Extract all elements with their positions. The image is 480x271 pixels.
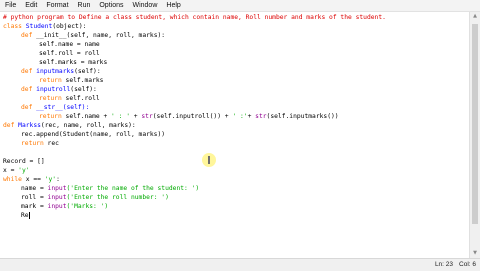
code-line-10: return self.roll: [39, 94, 100, 103]
code-line-19: while x == 'y':: [3, 175, 60, 184]
code-text: (self):: [74, 68, 101, 75]
function-name: Markss: [14, 122, 41, 129]
menu-run[interactable]: Run: [73, 0, 91, 11]
code-editor[interactable]: # python program to Define a class stude…: [0, 12, 470, 258]
menu-bar: File Edit Format Run Options Window Help: [0, 0, 480, 12]
code-line-8: return self.marks: [39, 76, 103, 85]
code-text: x ==: [21, 176, 45, 183]
code-text: self.name = name: [39, 41, 100, 48]
scrollbar-thumb[interactable]: [472, 24, 478, 224]
scroll-up-arrow-icon[interactable]: ▲: [470, 12, 480, 21]
class-name: Student: [25, 23, 53, 30]
string-literal: 'y': [18, 167, 30, 174]
string-literal: ('Enter the name of the student: '): [66, 185, 200, 192]
builtin-name: input: [47, 194, 67, 201]
keyword: def: [3, 122, 15, 129]
vertical-scrollbar[interactable]: ▲ ▼: [469, 12, 480, 258]
menu-help[interactable]: Help: [161, 0, 180, 11]
code-line-17: Record = []: [3, 157, 45, 166]
keyword: class: [3, 23, 22, 30]
keyword: def: [21, 104, 33, 111]
keyword: while: [3, 176, 22, 183]
string-literal: ' : ': [111, 113, 131, 120]
code-line-21: roll = input('Enter the roll number: '): [21, 193, 169, 202]
code-text: (self.inputmarks()): [266, 113, 339, 120]
code-text: (object):: [52, 23, 87, 30]
code-line-11: def __str__(self):: [21, 103, 89, 112]
code-text: self.roll: [61, 95, 100, 102]
code-text: name =: [21, 185, 48, 192]
comment-text: # python program to Define a class stude…: [3, 14, 386, 21]
text-cursor: [28, 211, 30, 219]
builtin-name: input: [47, 185, 67, 192]
keyword: return: [39, 113, 62, 120]
function-name: inputmarks: [32, 68, 75, 75]
status-bar: Ln: 23 Col: 6: [0, 258, 480, 271]
builtin-name: str: [141, 113, 153, 120]
code-text: rec.append(Student(name, roll, marks)): [21, 131, 166, 138]
code-text: roll =: [21, 194, 48, 201]
code-line-12: return self.name + ' : ' + str(self.inpu…: [39, 112, 339, 121]
code-line-13: def Markss(rec, name, roll, marks):: [3, 121, 136, 130]
code-text: Record = []: [3, 158, 45, 165]
string-literal: ('Marks: '): [66, 203, 109, 210]
menu-window[interactable]: Window: [127, 0, 157, 11]
code-line-15: return rec: [21, 139, 59, 148]
function-name: __str__(self):: [32, 104, 90, 111]
code-line-1: # python program to Define a class stude…: [3, 13, 386, 22]
keyword: def: [21, 68, 33, 75]
menu-format[interactable]: Format: [41, 0, 68, 11]
code-line-3: def __init__(self, name, roll, marks):: [21, 31, 165, 40]
function-name: inputroll: [32, 86, 71, 93]
code-text: rec: [43, 140, 59, 147]
code-line-6: self.marks = marks: [39, 58, 107, 67]
column-number: Col: 6: [459, 261, 476, 268]
code-text: self.marks = marks: [39, 59, 108, 66]
mouse-cursor-icon: [202, 153, 216, 167]
line-number: Ln: 23: [434, 261, 454, 268]
code-line-4: self.name = name: [39, 40, 100, 49]
code-line-23: Re: [21, 211, 30, 220]
scroll-down-arrow-icon[interactable]: ▼: [470, 249, 480, 258]
menu-file[interactable]: File: [0, 0, 16, 11]
code-text: (rec, name, roll, marks):: [40, 122, 136, 129]
code-text: self.name +: [61, 113, 112, 120]
code-line-18: x = 'y': [3, 166, 30, 175]
code-text: self.marks: [61, 77, 104, 84]
string-literal: ('Enter the roll number: '): [66, 194, 169, 201]
code-text: +: [130, 113, 142, 120]
menu-options[interactable]: Options: [94, 0, 123, 11]
code-text: (self.inputroll()) +: [152, 113, 229, 120]
code-line-20: name = input('Enter the name of the stud…: [21, 184, 199, 193]
menu-edit[interactable]: Edit: [20, 0, 37, 11]
code-line-22: mark = input('Marks: '): [21, 202, 108, 211]
code-line-5: self.roll = roll: [39, 49, 100, 58]
code-line-7: def inputmarks(self):: [21, 67, 101, 76]
keyword: def: [21, 32, 33, 39]
code-line-2: class Student(object):: [3, 22, 86, 31]
cursor-position: Ln: 23 Col: 6: [435, 261, 476, 268]
code-line-9: def inputroll(self):: [21, 85, 97, 94]
builtin-name: input: [47, 203, 67, 210]
keyword: return: [21, 140, 44, 147]
string-literal: 'y': [44, 176, 57, 183]
code-text: :: [56, 176, 60, 183]
string-literal: ' :': [232, 113, 248, 120]
code-text: mark =: [21, 203, 48, 210]
code-line-14: rec.append(Student(name, roll, marks)): [21, 130, 165, 139]
code-text: __init__(self, name, roll, marks):: [32, 32, 166, 39]
keyword: return: [39, 95, 62, 102]
keyword: def: [21, 86, 33, 93]
code-text: self.roll = roll: [39, 50, 100, 57]
keyword: return: [39, 77, 62, 84]
builtin-name: str: [255, 113, 267, 120]
code-text: (self):: [70, 86, 97, 93]
code-text: Re: [21, 212, 29, 219]
code-text: x =: [3, 167, 19, 174]
